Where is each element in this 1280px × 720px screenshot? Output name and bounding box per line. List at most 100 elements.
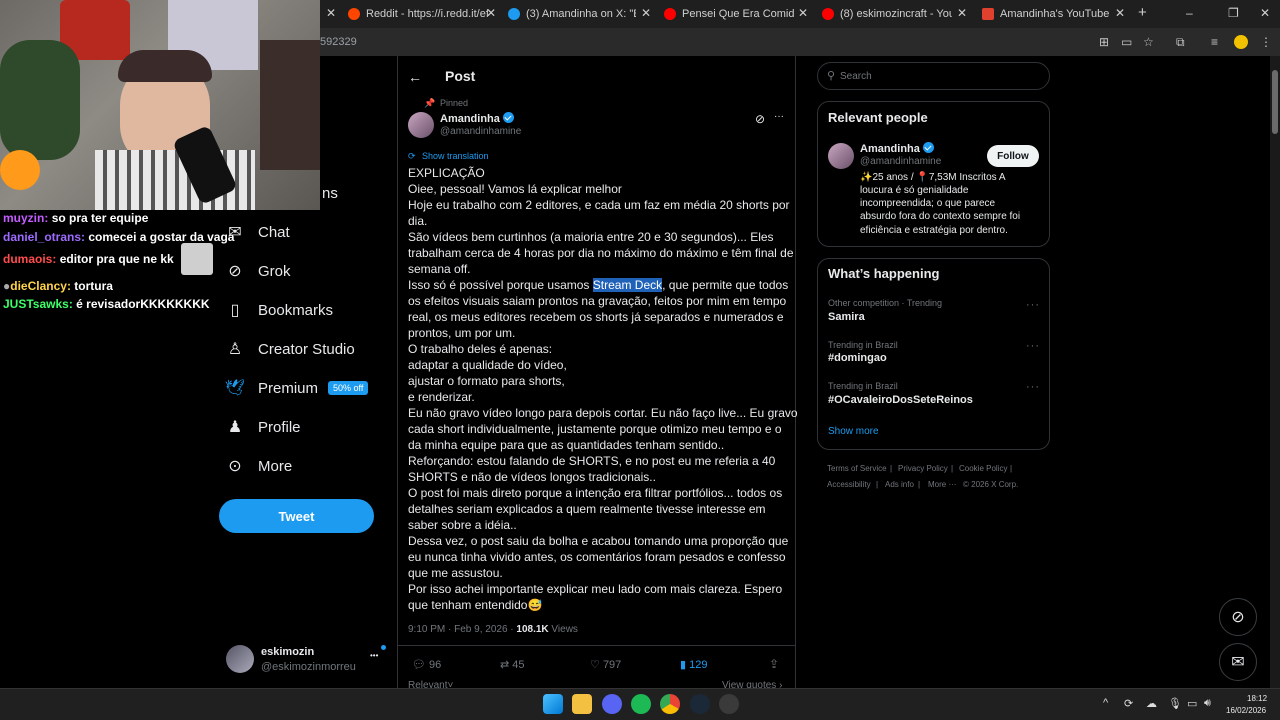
follow-button[interactable]: Follow — [987, 145, 1039, 167]
clock-date[interactable]: 16/02/2026 — [1226, 706, 1266, 715]
twitter-icon — [508, 8, 520, 20]
trend-more-icon[interactable]: ··· — [1026, 299, 1040, 311]
show-more-link[interactable]: Show more — [828, 426, 879, 437]
sidebar-item-bookmarks[interactable]: ▯ Bookmarks — [226, 301, 333, 320]
tab-close-icon[interactable]: ✕ — [326, 6, 336, 20]
sidebar-item-chat[interactable]: ✉ Chat — [226, 223, 289, 242]
browser-tab[interactable]: Amandinha's YouTube Statistic — [982, 4, 1112, 24]
bird-icon: 🕊 — [224, 380, 246, 397]
person-handle[interactable]: @amandinhamine — [860, 156, 941, 167]
browser-tab[interactable]: Pensei Que Era Comida #shorts — [664, 4, 794, 24]
tab-close-icon[interactable]: ✕ — [798, 6, 808, 20]
extensions-icon[interactable]: ⧉ — [1176, 35, 1185, 50]
browser-tab[interactable]: Reddit - https://i.redd.it/efvu9c — [348, 4, 488, 24]
trend-name[interactable]: #OCavaleiroDosSeteReinos — [828, 394, 973, 406]
footer-link[interactable]: Terms of Service — [827, 464, 887, 473]
url-text[interactable]: 592329 — [320, 36, 357, 48]
post-more-icon[interactable]: ··· — [774, 111, 784, 122]
close-window-button[interactable]: ✕ — [1260, 6, 1270, 20]
cast-icon[interactable]: ▭ — [1121, 35, 1132, 49]
sidebar-item-grok[interactable]: ⊘ Grok — [226, 262, 290, 281]
tab-label: Amandinha's YouTube Statistic — [1000, 8, 1112, 20]
tab-close-icon[interactable]: ✕ — [641, 6, 651, 20]
trend-more-icon[interactable]: ··· — [1026, 340, 1040, 352]
bookmark-button[interactable]: ▮ 129 — [680, 658, 707, 671]
chrome-icon[interactable] — [660, 694, 680, 714]
account-avatar[interactable] — [226, 645, 254, 673]
author-avatar[interactable] — [408, 112, 434, 138]
tab-close-icon[interactable]: ✕ — [1115, 6, 1125, 20]
back-arrow-icon[interactable]: ← — [408, 69, 422, 85]
steam-icon[interactable] — [690, 694, 710, 714]
trend-name[interactable]: #domingao — [828, 352, 887, 364]
views-label: Views — [548, 624, 578, 635]
person-bio-line: eficiência e estratégia por dentro. — [860, 225, 1008, 236]
show-translation-link[interactable]: Show translation — [422, 151, 489, 161]
footer-link[interactable]: Ads info — [885, 480, 914, 489]
trend-name[interactable]: Samira — [828, 311, 865, 323]
volume-icon[interactable]: 🔊︎ — [1204, 697, 1211, 710]
browser-tab[interactable]: (8) eskimozincraft - YouTube — [822, 4, 952, 24]
tray-app-icon[interactable]: ⟳ — [1124, 697, 1133, 710]
sidebar-item-label: More — [258, 457, 293, 475]
sidebar-item-creator-studio[interactable]: ♙ Creator Studio — [226, 340, 355, 359]
spotify-icon[interactable] — [631, 694, 651, 714]
post-timestamp[interactable]: 9:10 PM · Feb 9, 2026 · — [408, 624, 516, 635]
tab-label: (8) eskimozincraft - YouTube — [840, 8, 952, 20]
file-explorer-icon[interactable] — [572, 694, 592, 714]
author-name[interactable]: Amandinha — [440, 112, 514, 125]
sidebar-item-profile[interactable]: ♟ Profile — [226, 418, 301, 437]
author-handle[interactable]: @amandinhamine — [440, 126, 521, 137]
grok-fab-button[interactable]: ⊘ — [1219, 598, 1257, 636]
tray-cloud-icon[interactable]: ☁ — [1146, 697, 1157, 710]
person-avatar[interactable] — [828, 143, 854, 169]
grok-icon[interactable]: ⊘ — [755, 112, 765, 126]
person-name[interactable]: Amandinha — [860, 142, 934, 155]
messages-fab-button[interactable]: ✉ — [1219, 643, 1257, 681]
footer-link[interactable]: Accessibility — [827, 480, 871, 489]
kebab-menu-icon[interactable]: ⋮ — [1260, 35, 1272, 49]
sidebar-item-label: Creator Studio — [258, 340, 355, 358]
profile-avatar-icon[interactable] — [1234, 35, 1248, 49]
discord-icon[interactable] — [602, 694, 622, 714]
footer-link[interactable]: More ··· — [928, 480, 956, 489]
media-icon[interactable]: ≡ — [1211, 35, 1218, 49]
repost-button[interactable]: ⇄ 45 — [500, 658, 525, 671]
obs-icon[interactable] — [719, 694, 739, 714]
mail-icon: ✉ — [1231, 654, 1245, 671]
search-input[interactable]: ⚲ Search — [817, 62, 1050, 90]
sidebar-item-label: Premium — [258, 379, 319, 397]
footer-link[interactable]: Cookie Policy — [959, 464, 1007, 473]
start-icon[interactable] — [543, 694, 563, 714]
scrollbar[interactable] — [1270, 56, 1280, 688]
tab-close-icon[interactable]: ✕ — [957, 6, 967, 20]
translate-icon[interactable]: ⊞ — [1099, 35, 1109, 49]
footer-link[interactable]: Privacy Policy — [898, 464, 948, 473]
tab-close-icon[interactable]: ✕ — [486, 6, 496, 20]
stats-icon — [982, 8, 994, 20]
selected-text[interactable]: Stream Deck — [592, 278, 663, 292]
trend-more-icon[interactable]: ··· — [1026, 381, 1040, 393]
post-body-line: os efeitos visuais saiam prontos na grav… — [408, 294, 787, 308]
sidebar-item-partial[interactable]: ns — [322, 185, 338, 202]
post-body-line: cada short individualmente, justamente p… — [408, 422, 782, 436]
star-icon[interactable]: ☆ — [1143, 35, 1154, 49]
like-button[interactable]: ♡ 797 — [590, 658, 621, 671]
share-icon[interactable]: ⇪ — [769, 657, 779, 671]
browser-tab[interactable]: (3) Amandinha on X: "EXPLICAÇ — [508, 4, 636, 24]
maximize-button[interactable]: ❐ — [1228, 6, 1239, 20]
new-tab-button[interactable]: + — [1138, 4, 1147, 21]
reply-button[interactable]: 💬︎ 96 — [412, 658, 441, 671]
tweet-button[interactable]: Tweet — [219, 499, 374, 533]
sidebar-item-more[interactable]: ⊙ More — [226, 457, 293, 476]
tray-mic-icon[interactable]: 🎙︎ — [1168, 697, 1182, 710]
repost-icon: ⇄ — [500, 659, 510, 671]
tray-chevron-icon[interactable]: ^ — [1103, 697, 1108, 709]
scrollbar-thumb[interactable] — [1272, 70, 1278, 134]
minimize-button[interactable]: – — [1186, 6, 1193, 20]
post-body-line: Por isso achei importante explicar meu l… — [408, 582, 783, 596]
sidebar-item-premium[interactable]: 🕊 Premium 50% off — [224, 379, 369, 397]
clock-time[interactable]: 18:12 — [1247, 694, 1267, 703]
account-menu-button[interactable]: ••• — [370, 651, 378, 660]
network-icon[interactable]: ▭ — [1187, 697, 1197, 710]
